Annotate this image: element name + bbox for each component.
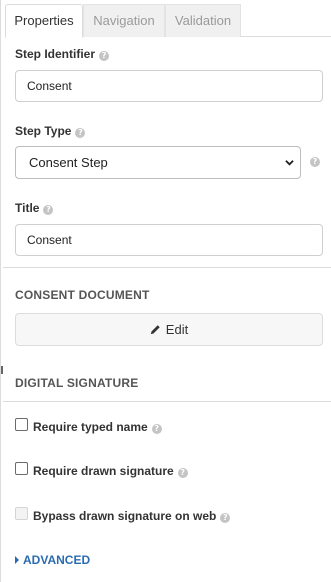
title-label: Title? [15,201,54,215]
pencil-icon [150,325,160,335]
title-label-text: Title [15,201,40,215]
question-circle-icon[interactable]: ? [177,468,188,478]
question-circle-icon[interactable]: ? [43,205,54,215]
question-circle-icon[interactable]: ? [75,128,86,138]
edit-consent-button[interactable]: Edit [15,313,323,346]
step-identifier-label: Step Identifier? [15,47,110,61]
divider [3,267,331,268]
question-circle-icon[interactable]: ? [151,424,162,434]
bypass-drawn-signature-label: Bypass drawn signature on web [33,509,217,523]
step-type-label: Step Type? [15,124,86,138]
panel-edge-marker [1,366,3,374]
consent-document-heading: CONSENT DOCUMENT [15,288,150,302]
advanced-label: ADVANCED [23,553,91,567]
tab-properties[interactable]: Properties [5,4,83,38]
edit-button-label: Edit [165,322,189,337]
step-identifier-input[interactable]: Consent [15,70,323,102]
tab-validation[interactable]: Validation [165,4,241,37]
step-type-label-text: Step Type [15,124,72,138]
require-drawn-signature-label: Require drawn signature [33,464,174,478]
require-drawn-signature-checkbox[interactable] [15,462,28,475]
caret-right-icon [15,556,19,564]
bypass-drawn-signature-checkbox [15,507,28,520]
tab-navigation[interactable]: Navigation [83,4,165,37]
advanced-toggle[interactable]: ADVANCED [15,553,90,567]
step-type-select[interactable]: Consent Step [15,146,301,179]
tab-bar: Properties Navigation Validation [5,4,331,38]
question-circle-icon[interactable]: ? [220,513,231,523]
question-circle-icon[interactable]: ? [99,51,110,61]
require-typed-name-checkbox[interactable] [15,418,28,431]
properties-panel: Properties Navigation Validation Step Id… [0,0,331,582]
step-type-selected-value: Consent Step [29,155,108,170]
title-input[interactable]: Consent [15,224,323,256]
digital-signature-heading: DIGITAL SIGNATURE [15,376,139,390]
divider [3,401,331,402]
step-identifier-label-text: Step Identifier [15,47,96,61]
chevron-down-icon [285,160,294,166]
step-type-help-icon[interactable]: ? [310,157,320,167]
require-typed-name-label: Require typed name [33,420,148,434]
